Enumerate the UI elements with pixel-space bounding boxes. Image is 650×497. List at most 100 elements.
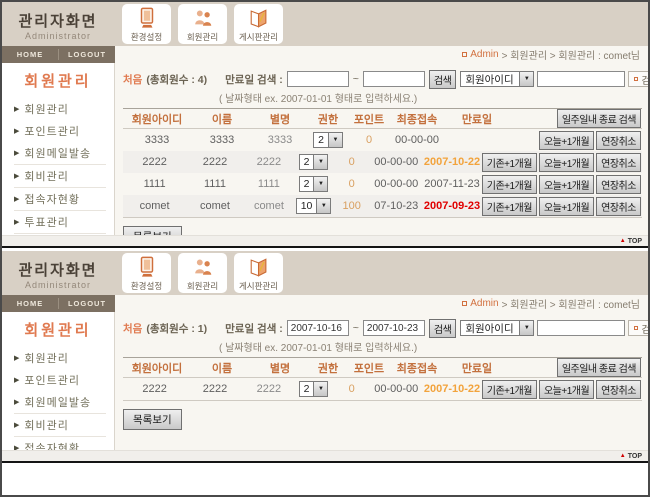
- top-label: TOP: [628, 453, 642, 460]
- session-nav: HOME LOGOUT: [2, 295, 115, 312]
- col-header-name: 이름: [191, 111, 253, 127]
- sidebar-menu: ▶회원관리▶포인트관리▶회원메일발송▶회비관리▶접속자현황▶투표관리: [2, 347, 114, 450]
- date-search-button[interactable]: 검색: [429, 319, 456, 338]
- cell-nickname: 2222: [244, 383, 294, 395]
- role-select[interactable]: 10▼: [296, 198, 332, 214]
- sidebar-menu-item[interactable]: ▶회원메일발송: [14, 391, 106, 413]
- week-expiry-filter-button[interactable]: 일주일내 종료 검색: [557, 109, 641, 128]
- cell-role: 10▼: [294, 198, 333, 214]
- cell-name: 2222: [186, 156, 244, 168]
- search-field-select[interactable]: 회원아이디 ▼: [460, 71, 534, 87]
- cancel-extension-button[interactable]: 연장취소: [596, 197, 641, 216]
- view-list-button[interactable]: 목록보기: [123, 226, 182, 235]
- sidebar-menu-item[interactable]: ▶ 포인트관리: [14, 120, 106, 142]
- panel-bottom-rule: [2, 246, 648, 248]
- breadcrumb-admin-link[interactable]: Admin: [470, 298, 498, 309]
- bullet-arrow-icon: ▶: [14, 354, 20, 362]
- menu-card-members[interactable]: 회원관리: [178, 4, 227, 44]
- date-search-button[interactable]: 검색: [429, 70, 456, 89]
- top-label: TOP: [628, 238, 642, 245]
- role-select[interactable]: 2▼: [299, 154, 329, 170]
- cancel-extension-button[interactable]: 연장취소: [596, 380, 641, 399]
- back-to-top-link[interactable]: ▲TOP: [620, 453, 642, 460]
- bullet-arrow-icon: ▶: [14, 421, 20, 429]
- keyword-input[interactable]: [537, 320, 625, 336]
- top-menu: 환경설정 회원관리 게시판관리: [122, 253, 283, 293]
- sidebar-menu-item[interactable]: ▶ 회비관리: [14, 413, 106, 436]
- sidebar-item-label: 회비관리: [24, 417, 68, 433]
- extend-today-button[interactable]: 오늘+1개월: [539, 175, 594, 194]
- extend-existing-button[interactable]: 기존+1개월: [482, 380, 537, 399]
- view-list-button[interactable]: 목록보기: [123, 409, 182, 430]
- member-table-row: 2222222222222▼000-00-002007-10-22기존+1개월오…: [123, 378, 642, 400]
- member-table-row: 3333333333332▼000-00-00오늘+1개월연장취소: [123, 129, 642, 151]
- col-header-member-id: 회원아이디: [123, 360, 191, 376]
- cancel-extension-button[interactable]: 연장취소: [596, 175, 641, 194]
- breadcrumb-square-icon: [462, 301, 467, 306]
- list-button-row: 목록보기: [123, 226, 642, 235]
- extend-existing-button[interactable]: 기존+1개월: [482, 197, 537, 216]
- expiry-date-from-input[interactable]: [287, 320, 349, 336]
- extend-today-button[interactable]: 오늘+1개월: [539, 153, 594, 172]
- menu-card-boards[interactable]: 게시판관리: [234, 4, 283, 44]
- sidebar-menu-item[interactable]: ▶회원메일발송: [14, 142, 106, 164]
- sidebar-menu-item[interactable]: ▶회비관리: [14, 164, 106, 187]
- logout-button[interactable]: LOGOUT: [59, 46, 115, 63]
- sidebar-title: 회원관리: [2, 319, 114, 340]
- cancel-extension-button[interactable]: 연장취소: [596, 153, 641, 172]
- extend-today-button[interactable]: 오늘+1개월: [539, 197, 594, 216]
- keyword-search-button[interactable]: 검색: [628, 320, 648, 336]
- cell-points: 100: [333, 200, 370, 212]
- role-select[interactable]: 2▼: [299, 381, 329, 397]
- breadcrumb: Admin > 회원관리 > 회원관리 : comet님: [115, 295, 648, 312]
- role-select[interactable]: 2▼: [313, 132, 343, 148]
- bullet-arrow-icon: ▶: [14, 218, 20, 226]
- search-row: 처음 (총회원수 : 1) 만료일 검색 : ~ 검색 회원아이디 ▼ 검색: [123, 318, 642, 338]
- extend-today-button[interactable]: 오늘+1개월: [539, 131, 594, 150]
- sidebar-item-label: 포인트관리: [24, 123, 80, 139]
- sidebar-menu-item[interactable]: ▶접속자현황: [14, 436, 106, 450]
- home-button[interactable]: HOME: [2, 46, 58, 63]
- keyword-search-button[interactable]: 검색: [628, 71, 648, 87]
- extend-existing-button[interactable]: 기존+1개월: [482, 175, 537, 194]
- home-button[interactable]: HOME: [2, 295, 58, 312]
- expiry-date-from-input[interactable]: [287, 71, 349, 87]
- back-to-top-link[interactable]: ▲TOP: [620, 238, 642, 245]
- expiry-date-to-input[interactable]: [363, 320, 425, 336]
- breadcrumb-admin-link[interactable]: Admin: [470, 49, 498, 60]
- cell-name: 2222: [186, 383, 244, 395]
- sidebar-menu-item[interactable]: ▶투표관리: [14, 210, 106, 234]
- sidebar-menu-item[interactable]: ▶회원관리: [14, 98, 106, 120]
- paging-first-link[interactable]: 처음: [123, 72, 142, 87]
- cancel-extension-button[interactable]: 연장취소: [596, 131, 641, 150]
- member-count-label: (총회원수 : 4): [146, 72, 207, 87]
- sidebar-menu-item[interactable]: ▶포인트관리: [14, 369, 106, 391]
- menu-card-members[interactable]: 회원관리: [178, 253, 227, 293]
- breadcrumb-path: > 회원관리 > 회원관리 : comet님: [502, 47, 640, 62]
- expiry-date-to-input[interactable]: [363, 71, 425, 87]
- settings-monitor-icon: [136, 6, 158, 30]
- menu-card-label: 게시판관리: [239, 280, 278, 292]
- role-select[interactable]: 2▼: [299, 176, 329, 192]
- menu-card-label: 회원관리: [187, 31, 218, 43]
- extend-existing-button[interactable]: 기존+1개월: [482, 153, 537, 172]
- keyword-input[interactable]: [537, 71, 625, 87]
- col-header-expiry: 만료일: [445, 360, 509, 376]
- chevron-down-icon: ▼: [519, 321, 533, 335]
- paging-first-link[interactable]: 처음: [123, 321, 142, 336]
- search-field-select[interactable]: 회원아이디 ▼: [460, 320, 534, 336]
- breadcrumb-square-icon: [462, 52, 467, 57]
- cell-last-access: 00-00-00: [370, 178, 422, 190]
- week-expiry-filter-button[interactable]: 일주일내 종료 검색: [557, 358, 641, 377]
- sidebar-menu-item[interactable]: ▶접속자현황: [14, 187, 106, 210]
- logout-button[interactable]: LOGOUT: [59, 295, 115, 312]
- search-field-select-value: 회원아이디: [461, 321, 519, 335]
- sidebar-menu-item[interactable]: ▶회원관리: [14, 347, 106, 369]
- menu-card-settings[interactable]: 환경설정: [122, 253, 171, 293]
- extend-today-button[interactable]: 오늘+1개월: [539, 380, 594, 399]
- member-table-row: cometcometcomet10▼10007-10-232007-09-23기…: [123, 195, 642, 217]
- bullet-arrow-icon: ▶: [14, 127, 20, 135]
- menu-card-settings[interactable]: 환경설정: [122, 4, 171, 44]
- date-format-hint: ( 날짜형태 ex. 2007-01-01 형태로 입력하세요.): [219, 90, 642, 105]
- menu-card-boards[interactable]: 게시판관리: [234, 253, 283, 293]
